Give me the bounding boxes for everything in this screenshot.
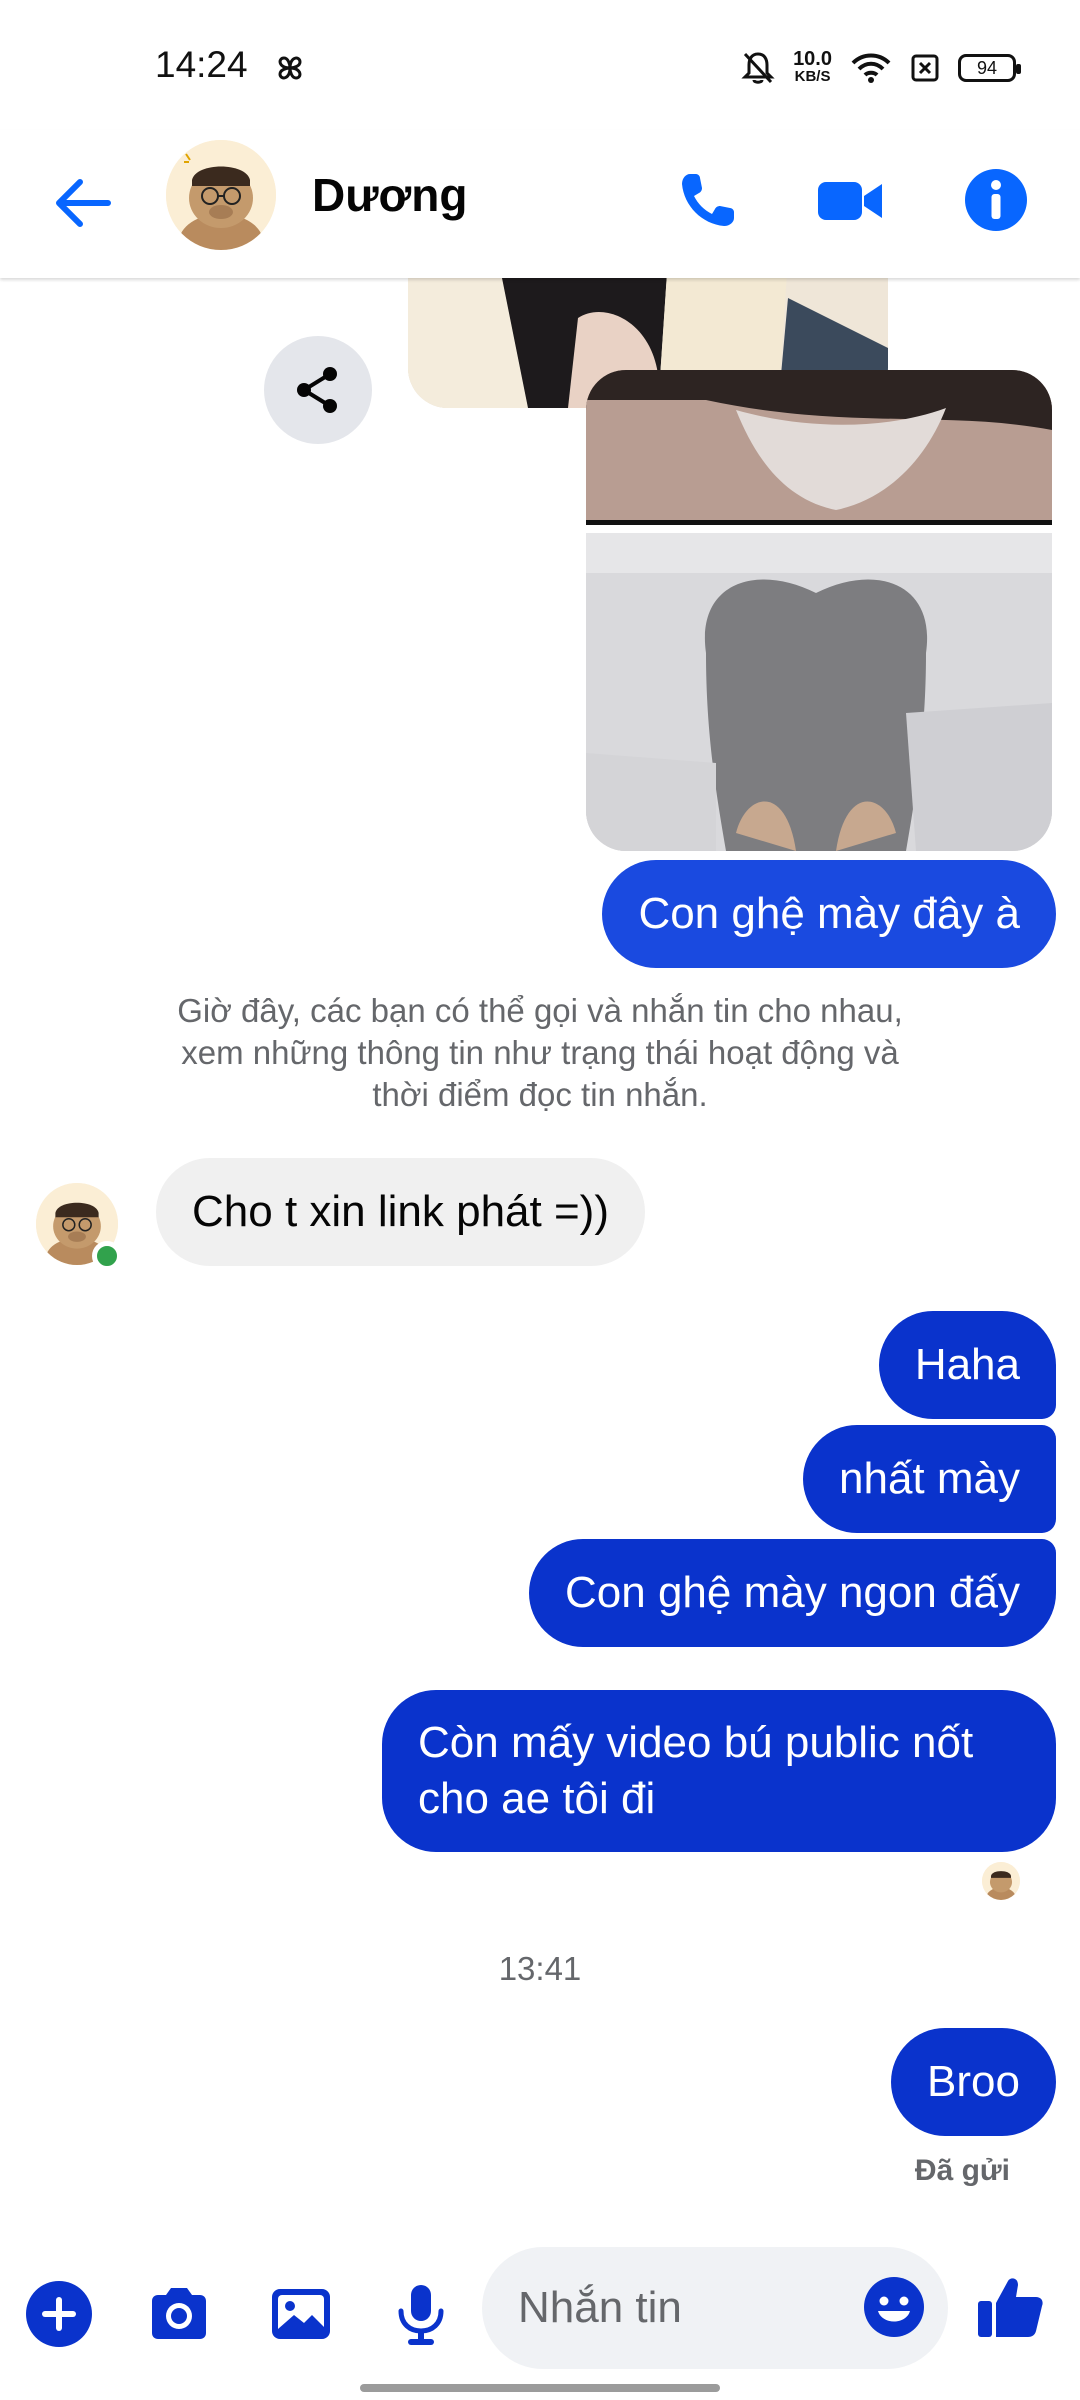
outgoing-message[interactable]: Con ghệ mày ngon đấy <box>529 1539 1056 1647</box>
outgoing-message-text: Con ghệ mày đây à <box>638 889 1020 938</box>
outgoing-message[interactable]: nhất mày <box>803 1425 1056 1533</box>
share-button[interactable] <box>264 336 372 444</box>
microphone-icon[interactable] <box>386 2279 456 2349</box>
outgoing-message[interactable]: Còn mấy video bú public nốt cho ae tôi đ… <box>382 1690 1056 1852</box>
contact-avatar[interactable] <box>166 140 276 250</box>
status-icons: 10.0 KB/S 94 <box>741 46 1021 90</box>
battery-indicator: 94 <box>958 54 1021 82</box>
seen-receipt-avatar <box>982 1862 1020 1900</box>
network-speed: 10.0 KB/S <box>793 48 832 86</box>
outgoing-message-text: Còn mấy video bú public nốt cho ae tôi đ… <box>418 1718 974 1823</box>
outgoing-message[interactable]: Broo <box>891 2028 1056 2136</box>
conversation-header: Dương <box>0 130 1080 278</box>
incoming-message[interactable]: Cho t xin link phát =)) <box>156 1158 645 1266</box>
back-arrow-icon[interactable] <box>50 170 116 236</box>
wifi-icon <box>851 53 891 83</box>
thumbs-up-icon[interactable] <box>974 2271 1046 2343</box>
incoming-message-text: Cho t xin link phát =)) <box>192 1187 609 1236</box>
outgoing-message-text: Con ghệ mày ngon đấy <box>565 1568 1020 1617</box>
shared-photo-3[interactable] <box>586 533 1052 851</box>
capybara-avatar-icon <box>982 1862 1020 1900</box>
contact-name[interactable]: Dương <box>312 168 467 222</box>
sim-none-icon <box>911 54 939 82</box>
connection-notice: Giờ đây, các bạn có thể gọi và nhắn tin … <box>177 992 903 1113</box>
info-icon[interactable] <box>956 160 1036 240</box>
status-time: 14:24 <box>155 44 248 85</box>
outgoing-message-text: nhất mày <box>839 1454 1020 1503</box>
outgoing-message[interactable]: Con ghệ mày đây à <box>602 860 1056 968</box>
video-camera-icon[interactable] <box>810 160 890 240</box>
capybara-avatar-icon <box>166 140 276 250</box>
network-speed-unit: KB/S <box>794 68 831 85</box>
mute-bell-icon <box>741 52 775 84</box>
message-composer <box>0 2243 1080 2378</box>
outgoing-message[interactable]: Haha <box>878 1311 1056 1419</box>
pinwheel-icon <box>278 56 302 80</box>
share-icon <box>297 367 337 413</box>
time-separator: 13:41 <box>498 1950 582 1987</box>
outgoing-message-text: Haha <box>914 1340 1020 1389</box>
message-list[interactable]: Con ghệ mày đây à Giờ đây, các bạn có th… <box>0 278 1080 2243</box>
gallery-icon[interactable] <box>266 2279 336 2349</box>
home-indicator[interactable] <box>360 2384 720 2392</box>
shared-photo-2[interactable] <box>586 370 1052 525</box>
plus-icon[interactable] <box>24 2279 94 2349</box>
phone-icon[interactable] <box>668 160 748 240</box>
network-speed-value: 10.0 <box>793 48 832 70</box>
emoji-icon[interactable] <box>862 2275 926 2339</box>
sent-status: Đã gửi <box>914 2154 1010 2187</box>
photo-3-image <box>586 533 1052 851</box>
outgoing-message-text: Broo <box>927 2057 1020 2106</box>
online-status-dot <box>92 1241 122 1271</box>
camera-icon[interactable] <box>144 2279 214 2349</box>
photo-2-image <box>586 370 1052 525</box>
status-bar: 14:24 10.0 KB/S 94 <box>0 0 1080 130</box>
